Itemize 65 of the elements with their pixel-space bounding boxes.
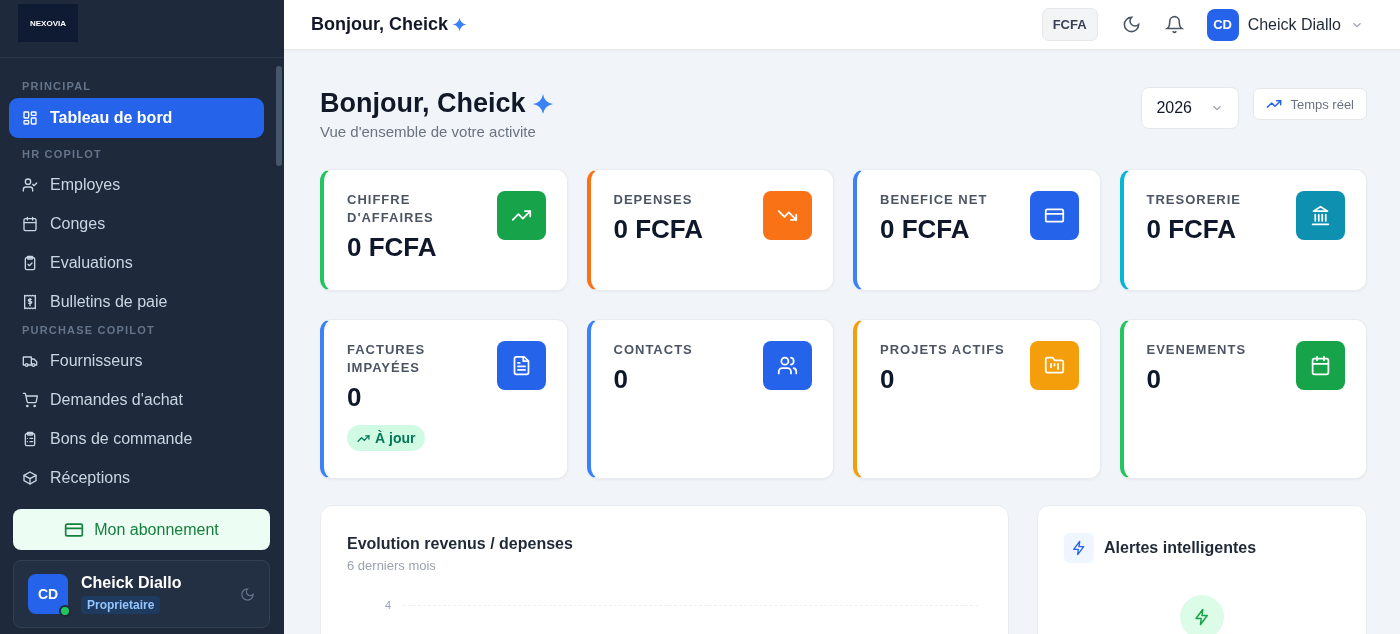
role-badge: Proprietaire (81, 596, 161, 614)
kpi-value: 0 (347, 382, 362, 413)
sidebar-item[interactable]: Bons de commande (9, 420, 264, 458)
user-check-icon (22, 177, 38, 193)
user-name: Cheick Diallo (81, 574, 182, 592)
kpi-label: BENEFICE NET (880, 191, 988, 209)
kpi-label: PROJETS ACTIFS (880, 341, 1005, 359)
user-avatar[interactable]: CD (1206, 8, 1239, 41)
kpi-label: CHIFFRE D'AFFAIRES (347, 191, 435, 227)
currency-button[interactable]: FCFA (1041, 8, 1098, 41)
user-avatar: CD (28, 574, 68, 614)
chart-subtitle: 6 derniers mois (347, 558, 437, 573)
kpi-label: CONTACTS (613, 341, 693, 359)
box-icon (22, 470, 38, 486)
kpi-value: 0 FCFA (880, 214, 970, 245)
calendar-icon (1310, 355, 1331, 376)
grid-icon (22, 110, 38, 126)
section-title: PURCHASE COPILOT (21, 324, 156, 336)
bolt-icon (1064, 533, 1094, 563)
folder-icon (1043, 355, 1065, 376)
kpi-label: EVENEMENTS (1146, 341, 1247, 359)
sidebar-item[interactable]: Demandes d'achat (9, 381, 264, 419)
axis-label: 4 (385, 599, 392, 611)
kpi-value: 0 (613, 364, 628, 395)
page-subtitle: Vue d'ensemble de votre activite (320, 123, 537, 140)
receipt-icon (22, 294, 38, 310)
sidebar-item[interactable]: Evaluations (9, 244, 264, 282)
year-dropdown[interactable]: 2026 (1141, 87, 1240, 129)
bolt-icon (1180, 595, 1224, 634)
kpi-label: DEPENSES (613, 191, 693, 209)
users-icon (777, 355, 798, 376)
sidebar-item[interactable]: Bulletins de paie (9, 283, 264, 321)
kpi-value: 0 FCFA (613, 214, 704, 245)
chart-title: Evolution revenus / depenses (347, 535, 574, 553)
sparkle-icon (452, 17, 468, 32)
clipboard-check-icon (22, 255, 38, 271)
sidebar-item[interactable]: Fournisseurs (9, 342, 264, 380)
calendar-icon (22, 216, 38, 232)
status-badge: À jour (347, 425, 426, 451)
bank-icon (1310, 205, 1331, 226)
sidebar-item[interactable]: Conges (9, 205, 264, 243)
kpi-label: TRESORERIE (1146, 191, 1241, 209)
clipboard-list-icon (22, 431, 38, 447)
user-name[interactable]: Cheick Diallo (1247, 15, 1341, 34)
realtime-button[interactable]: Temps réel (1253, 88, 1367, 120)
kpi-value: 0 (1146, 364, 1161, 395)
sidebar-item[interactable]: Employes (9, 166, 264, 204)
section-title: PRINCIPAL (21, 80, 93, 92)
moon-icon[interactable] (1121, 15, 1141, 34)
truck-icon (22, 353, 38, 369)
sidebar-item[interactable]: Tableau de bord (9, 98, 264, 138)
bell-icon[interactable] (1164, 15, 1184, 34)
logo[interactable]: NEXOVIA (18, 4, 78, 42)
kpi-value: 0 FCFA (347, 232, 437, 263)
kpi-value: 0 (880, 364, 895, 395)
alerts-title: Alertes intelligentes (1104, 539, 1257, 557)
section-title: HR COPILOT (21, 148, 103, 160)
kpi-label: FACTURES IMPAYÉES (347, 341, 427, 377)
kpi-value: 0 FCFA (1146, 214, 1237, 245)
subscription-button[interactable]: Mon abonnement (13, 509, 270, 550)
sidebar-item[interactable]: Réceptions (9, 459, 264, 497)
page-title: Bonjour, Cheick (320, 88, 526, 119)
scrollbar[interactable] (276, 66, 282, 166)
greeting: Bonjour, Cheick (311, 14, 449, 35)
cart-icon (22, 392, 38, 408)
